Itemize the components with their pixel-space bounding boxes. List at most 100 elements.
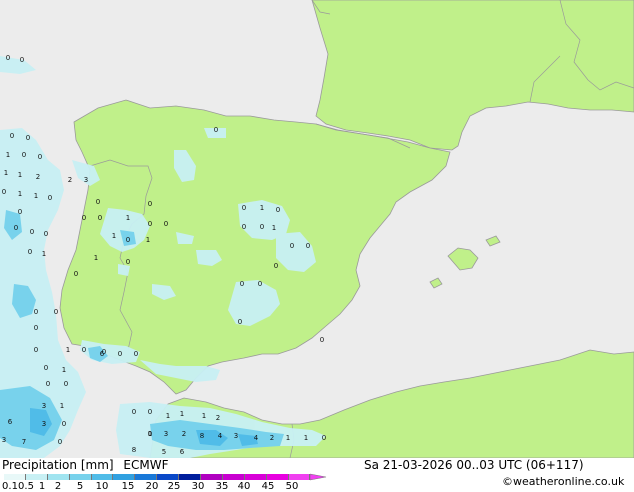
- precip-value-label: 0: [242, 223, 246, 231]
- precip-value-label: 0: [38, 153, 42, 161]
- precip-value-label: 3: [164, 430, 168, 438]
- precip-value-label: 3: [84, 176, 88, 184]
- precip-value-label: 1: [4, 169, 8, 177]
- precip-value-label: 0: [148, 200, 152, 208]
- legend-tick-label: 0.5: [18, 481, 34, 492]
- precip-value-label: 0: [96, 198, 100, 206]
- precip-value-label: 0: [18, 208, 22, 216]
- precip-value-label: 0: [98, 214, 102, 222]
- precip-value-label: 4: [218, 432, 223, 440]
- legend-swatch: [222, 474, 245, 480]
- legend-tick-label: 30: [191, 481, 205, 492]
- precip-value-label: 0: [320, 336, 324, 344]
- precip-value-label: 0: [82, 346, 86, 354]
- precip-value-label: 8: [132, 446, 136, 454]
- precip-value-label: 0: [22, 151, 26, 159]
- precipitation-title: Precipitation [mm] ECMWF: [2, 458, 168, 472]
- precip-value-label: 1: [272, 224, 276, 232]
- precip-value-label: 0: [44, 230, 48, 238]
- precip-value-label: 2: [216, 414, 220, 422]
- precip-value-label: 2: [182, 430, 186, 438]
- precip-value-label: 0: [118, 350, 122, 358]
- precip-value-label: 1: [66, 346, 70, 354]
- map-canvas: 0 0 0 0 0 1 0 0 1 1 2 3 0 1 1 2 0 0 0 0 1 0 0 1 0 0 0 0 0 1 0 0 0 1 0 0 1 0 0 0…: [0, 0, 634, 458]
- precip-value-label: 1: [180, 410, 184, 418]
- precip-value-label: 0: [2, 188, 6, 196]
- precip-value-label: 0: [134, 350, 138, 358]
- precip-value-label: 0: [6, 54, 10, 62]
- precip-value-label: 0: [238, 318, 242, 326]
- precip-value-label: 0: [30, 228, 34, 236]
- precip-value-label: 1: [62, 366, 66, 374]
- precip-value-label: 0: [26, 134, 30, 142]
- precip-value-label: 0: [306, 242, 310, 250]
- legend-tick-label: 10: [95, 481, 109, 492]
- precip-value-label: 2: [36, 173, 40, 181]
- precip-value-label: 3: [42, 420, 46, 428]
- precip-value-label: 0: [82, 214, 86, 222]
- precip-value-label: 0: [62, 420, 66, 428]
- precip-value-label: 0: [148, 430, 152, 438]
- precip-value-label: 1: [126, 214, 130, 222]
- legend-swatch: [113, 474, 136, 480]
- legend-tick-label: 1: [38, 481, 46, 492]
- precip-value-label: 1: [146, 236, 150, 244]
- precip-value-label: 0: [46, 380, 50, 388]
- precipitation-map: 0 0 0 0 0 1 0 0 1 1 2 3 0 1 1 2 0 0 0 0 1 0 0 1 0 0 0 0 0 1 0 0 0 1 0 0 1 0 0 0…: [0, 0, 634, 458]
- precip-value-label: 1: [34, 192, 38, 200]
- precip-value-label: 8: [200, 432, 204, 440]
- precip-value-label: 0: [240, 280, 244, 288]
- legend-tick-label: 5: [76, 481, 84, 492]
- legend-swatch: [69, 474, 92, 480]
- precip-value-label: 1: [260, 204, 264, 212]
- precip-value-label: 6: [100, 350, 105, 358]
- precip-value-label: 0: [28, 248, 32, 256]
- legend-tick-label: 2: [54, 481, 62, 492]
- precip-value-label: 0: [48, 194, 52, 202]
- legend-swatch: [157, 474, 180, 480]
- precip-value-label: 1: [94, 254, 98, 262]
- precip-value-label: 7: [22, 438, 26, 446]
- precip-value-label: 0: [10, 132, 14, 140]
- footer-bar: Precipitation [mm] ECMWF Sa 21-03-2026 0…: [0, 458, 634, 492]
- legend-tick-label: 15: [121, 481, 135, 492]
- precip-value-label: 0: [34, 346, 38, 354]
- legend-color-bar: [4, 474, 311, 480]
- precip-value-label: 0: [126, 236, 130, 244]
- legend-swatch: [266, 474, 289, 480]
- legend-tick-label: 40: [237, 481, 251, 492]
- precip-value-label: 0: [164, 220, 168, 228]
- precip-value-label: 1: [6, 151, 10, 159]
- precip-value-label: 0: [54, 308, 58, 316]
- precip-value-label: 0: [14, 224, 18, 232]
- precip-value-label: 1: [18, 171, 22, 179]
- precip-value-label: 0: [126, 258, 130, 266]
- legend-tick-label: 0.1: [2, 481, 18, 492]
- precip-value-label: 0: [260, 223, 264, 231]
- precip-value-label: 3: [2, 436, 6, 444]
- precip-value-label: 0: [322, 434, 326, 442]
- precip-value-label: 0: [148, 220, 152, 228]
- title-text: Precipitation [mm]: [2, 458, 114, 472]
- precip-value-label: 2: [270, 434, 274, 442]
- precip-value-label: 6: [8, 418, 13, 426]
- model-name: ECMWF: [123, 458, 169, 472]
- precip-value-label: 0: [242, 204, 246, 212]
- precip-value-label: 3: [234, 432, 238, 440]
- credit-link[interactable]: ©weatheronline.co.uk: [502, 475, 624, 488]
- precip-value-label: 1: [286, 434, 290, 442]
- precip-value-label: 0: [34, 324, 38, 332]
- legend-swatch: [91, 474, 114, 480]
- legend-swatch: [135, 474, 158, 480]
- precip-value-label: 2: [68, 176, 72, 184]
- precip-value-label: 0: [148, 408, 152, 416]
- precip-value-label: 0: [214, 126, 218, 134]
- precip-value-label: 1: [18, 190, 22, 198]
- legend-swatch: [244, 474, 267, 480]
- precip-value-label: 1: [112, 232, 116, 240]
- legend-swatch: [288, 474, 311, 480]
- legend-tick-label: 35: [215, 481, 229, 492]
- legend-swatch: [179, 474, 202, 480]
- precip-value-label: 0: [20, 56, 24, 64]
- precip-value-label: 0: [276, 206, 280, 214]
